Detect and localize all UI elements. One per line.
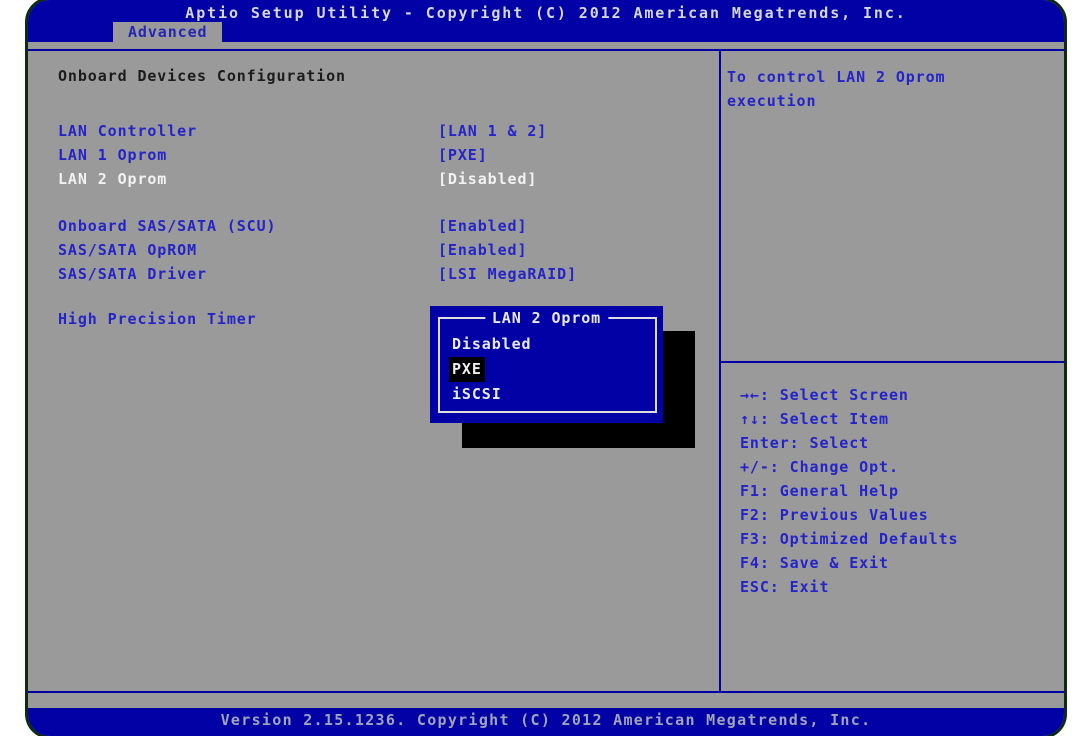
legend-change-opt: +/-: Change Opt. [740,458,899,476]
setting-label: LAN Controller [58,122,198,140]
setting-value[interactable]: [Enabled] [438,241,527,259]
help-legend-divider [719,361,1064,363]
setting-value[interactable]: [Enabled] [438,217,527,235]
setting-label: High Precision Timer [58,310,257,328]
app-title: Aptio Setup Utility - Copyright (C) 2012… [185,4,907,22]
popup-lan2-oprom: LAN 2 Oprom Disabled PXE iSCSI [430,306,663,423]
setting-label: SAS/SATA OpROM [58,241,198,259]
setting-value[interactable]: [LAN 1 & 2] [438,122,547,140]
panel-divider [719,51,721,691]
setting-value[interactable]: [LSI MegaRAID] [438,265,577,283]
legend-enter-select: Enter: Select [740,434,870,452]
footer-divider [28,691,1064,693]
legend-optimized-defaults: F3: Optimized Defaults [740,530,959,548]
setting-value[interactable]: [Disabled] [438,170,537,188]
setting-value[interactable]: [PXE] [438,146,488,164]
popup-option-list: Disabled PXE iSCSI [449,332,534,407]
help-text-line2: execution [727,92,817,110]
page-title: Onboard Devices Configuration [58,67,346,85]
tab-advanced[interactable]: Advanced [113,22,223,42]
bios-screen: Aptio Setup Utility - Copyright (C) 2012… [28,0,1064,736]
popup-option-disabled[interactable]: Disabled [452,332,534,357]
key-legend: →←: Select Screen ↑↓: Select Item Enter:… [740,383,958,599]
setting-label: LAN 2 Oprom [58,170,168,188]
popup-option-pxe[interactable]: PXE [449,357,534,382]
header-divider [28,49,1064,51]
status-bar: Version 2.15.1236. Copyright (C) 2012 Am… [28,708,1064,736]
legend-general-help: F1: General Help [740,482,899,500]
version-text: Version 2.15.1236. Copyright (C) 2012 Am… [220,711,872,729]
setting-row-sas-sata-oprom[interactable]: SAS/SATA OpROM [Enabled] [58,241,704,259]
setting-row-sas-sata-driver[interactable]: SAS/SATA Driver [LSI MegaRAID] [58,265,704,283]
setting-row-lan1-oprom[interactable]: LAN 1 Oprom [PXE] [58,146,704,164]
setting-label: Onboard SAS/SATA (SCU) [58,217,277,235]
setting-label: LAN 1 Oprom [58,146,168,164]
legend-select-item: ↑↓: Select Item [740,410,889,428]
legend-save-exit: F4: Save & Exit [740,554,889,572]
setting-label: SAS/SATA Driver [58,265,207,283]
setting-row-onboard-sas-sata[interactable]: Onboard SAS/SATA (SCU) [Enabled] [58,217,704,235]
help-text-line1: To control LAN 2 Oprom [727,68,946,86]
popup-title: LAN 2 Oprom [484,309,609,327]
setting-row-lan-controller[interactable]: LAN Controller [LAN 1 & 2] [58,122,704,140]
setting-row-lan2-oprom[interactable]: LAN 2 Oprom [Disabled] [58,170,704,188]
popup-option-iscsi[interactable]: iSCSI [452,382,534,407]
legend-previous-values: F2: Previous Values [740,506,929,524]
legend-esc-exit: ESC: Exit [740,578,830,596]
legend-select-screen: →←: Select Screen [740,386,909,404]
